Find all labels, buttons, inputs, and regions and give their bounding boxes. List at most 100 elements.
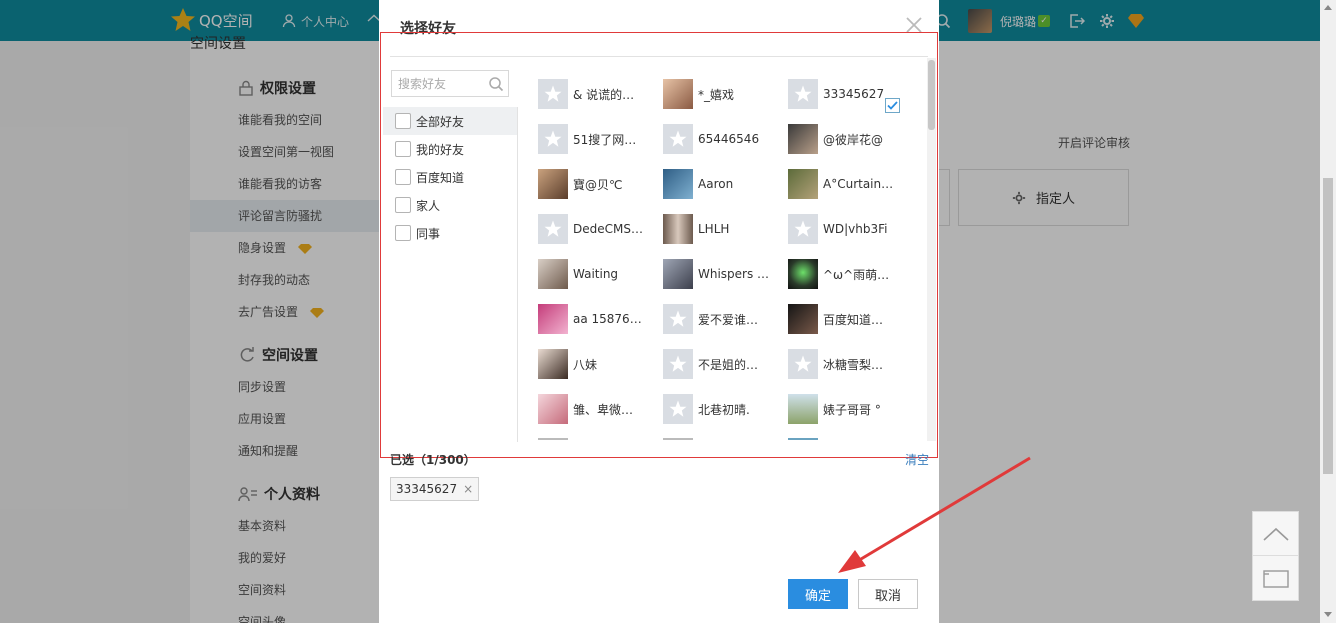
friend-item[interactable]: 65446546 xyxy=(663,123,783,155)
friend-avatar xyxy=(663,79,693,109)
friend-avatar xyxy=(788,124,818,154)
friend-item[interactable]: aa 15876… xyxy=(538,303,658,335)
group-item-my-friends[interactable]: 我的好友 xyxy=(383,135,517,163)
friend-avatar xyxy=(788,259,818,289)
scroll-up-arrow-icon[interactable] xyxy=(1324,5,1332,10)
default-avatar xyxy=(788,349,818,379)
default-avatar xyxy=(663,349,693,379)
star-icon xyxy=(669,130,687,147)
default-avatar xyxy=(663,124,693,154)
default-avatar xyxy=(538,214,568,244)
friend-search-input[interactable] xyxy=(392,71,482,96)
friend-name: & 说谎的… xyxy=(573,87,635,102)
selected-count: 已选（1/300） xyxy=(390,453,476,467)
friend-avatar xyxy=(663,214,693,244)
friend-grid: & 说谎的… *_嬉戏 33345627 51搜了网… 65446546 @彼岸… xyxy=(538,74,918,440)
friend-item[interactable]: 百度知道… xyxy=(788,303,908,335)
group-item-label: 我的好友 xyxy=(416,142,465,157)
back-to-top-button[interactable] xyxy=(1253,512,1298,556)
friend-item[interactable]: 婊子哥哥 ° xyxy=(788,393,908,425)
friend-item[interactable]: Waiting xyxy=(538,258,658,290)
friend-avatar xyxy=(538,304,568,334)
search-icon[interactable] xyxy=(488,76,504,92)
checkbox[interactable] xyxy=(395,169,411,185)
group-item-colleagues[interactable]: 同事 xyxy=(383,219,517,247)
friend-item[interactable]: 雏、卑微… xyxy=(538,393,658,425)
group-item-label: 家人 xyxy=(416,198,441,213)
close-icon xyxy=(906,17,922,33)
selected-friend-tag: 33345627 × xyxy=(390,477,480,501)
friend-avatar xyxy=(538,259,568,289)
selected-check-icon[interactable] xyxy=(885,98,900,113)
default-avatar xyxy=(663,304,693,334)
checkbox[interactable] xyxy=(395,141,411,157)
floating-tools xyxy=(1252,511,1299,601)
friend-name: 婊子哥哥 ° xyxy=(823,402,881,417)
friend-name: 八妹 xyxy=(573,357,598,372)
friend-name: aa 15876… xyxy=(573,312,642,326)
confirm-button[interactable]: 确定 xyxy=(788,579,848,609)
friend-item[interactable]: Whispers … xyxy=(663,258,783,290)
cancel-button[interactable]: 取消 xyxy=(858,579,918,609)
default-avatar xyxy=(538,79,568,109)
friend-item[interactable]: 51搜了网… xyxy=(538,123,658,155)
default-avatar xyxy=(788,214,818,244)
star-icon xyxy=(544,130,562,147)
page-scrollbar[interactable] xyxy=(1320,0,1336,623)
friend-item[interactable]: @彼岸花@ xyxy=(788,123,908,155)
group-item-family[interactable]: 家人 xyxy=(383,191,517,219)
friend-name: Aaron xyxy=(698,177,734,191)
group-item-label: 百度知道 xyxy=(416,170,465,185)
friend-item[interactable]: 爱不爱谁… xyxy=(663,303,783,335)
star-icon xyxy=(669,355,687,372)
checkbox[interactable] xyxy=(395,113,411,129)
friend-item[interactable]: & 说谎的… xyxy=(538,78,658,110)
friend-item[interactable]: 北巷初晴. xyxy=(663,393,783,425)
friend-item[interactable]: ^ω^雨萌… xyxy=(788,258,908,290)
friend-name: 不是姐的… xyxy=(698,357,759,372)
friend-item-selected[interactable]: 33345627 xyxy=(788,78,908,113)
feedback-button[interactable] xyxy=(1253,557,1298,601)
friend-avatar xyxy=(538,394,568,424)
friend-item[interactable]: LHLH xyxy=(663,213,783,245)
page-scrollbar-thumb[interactable] xyxy=(1323,178,1333,474)
checkbox[interactable] xyxy=(395,225,411,241)
friend-avatar xyxy=(788,169,818,199)
group-item-label: 同事 xyxy=(416,226,441,241)
friend-item[interactable]: A°Curtain… xyxy=(788,168,908,200)
dialog-title: 选择好友 xyxy=(400,21,456,37)
remove-tag-icon[interactable]: × xyxy=(463,482,473,496)
star-icon xyxy=(794,355,812,372)
scroll-down-arrow-icon[interactable] xyxy=(1324,612,1332,617)
friend-list-scrollbar[interactable] xyxy=(927,58,936,441)
friend-item[interactable]: 寶@贝℃ xyxy=(538,168,658,200)
star-icon xyxy=(669,400,687,417)
chevron-up-icon xyxy=(1262,527,1289,541)
friend-avatar xyxy=(788,304,818,334)
checkbox[interactable] xyxy=(395,197,411,213)
selected-friend-tag-label: 33345627 xyxy=(396,482,458,496)
friend-name: 爱不爱谁… xyxy=(698,312,759,327)
friend-list-scrollbar-thumb[interactable] xyxy=(928,60,935,130)
friend-name: 寶@贝℃ xyxy=(573,177,623,192)
close-button[interactable] xyxy=(904,15,924,35)
friend-name: Whispers … xyxy=(698,267,770,281)
friend-search-box[interactable] xyxy=(391,70,509,97)
friend-name: ^ω^雨萌… xyxy=(823,267,890,282)
friend-item[interactable]: Aaron xyxy=(663,168,783,200)
friend-name: 51搜了网… xyxy=(573,132,637,147)
default-avatar xyxy=(538,124,568,154)
group-item-baidu[interactable]: 百度知道 xyxy=(383,163,517,191)
star-icon xyxy=(669,310,687,327)
friend-name: 百度知道… xyxy=(823,312,884,327)
star-icon xyxy=(794,220,812,237)
clear-selection-link[interactable]: 清空 xyxy=(905,451,929,468)
friend-item[interactable]: WD|vhb3Fi xyxy=(788,213,908,245)
group-item-all[interactable]: 全部好友 xyxy=(383,107,517,135)
friend-item[interactable]: 不是姐的… xyxy=(663,348,783,380)
friend-item[interactable]: *_嬉戏 xyxy=(663,78,783,110)
friend-item[interactable]: 八妹 xyxy=(538,348,658,380)
friend-item[interactable]: 冰糖雪梨… xyxy=(788,348,908,380)
friend-item[interactable]: DedeCMS… xyxy=(538,213,658,245)
friend-name: 65446546 xyxy=(698,132,760,146)
